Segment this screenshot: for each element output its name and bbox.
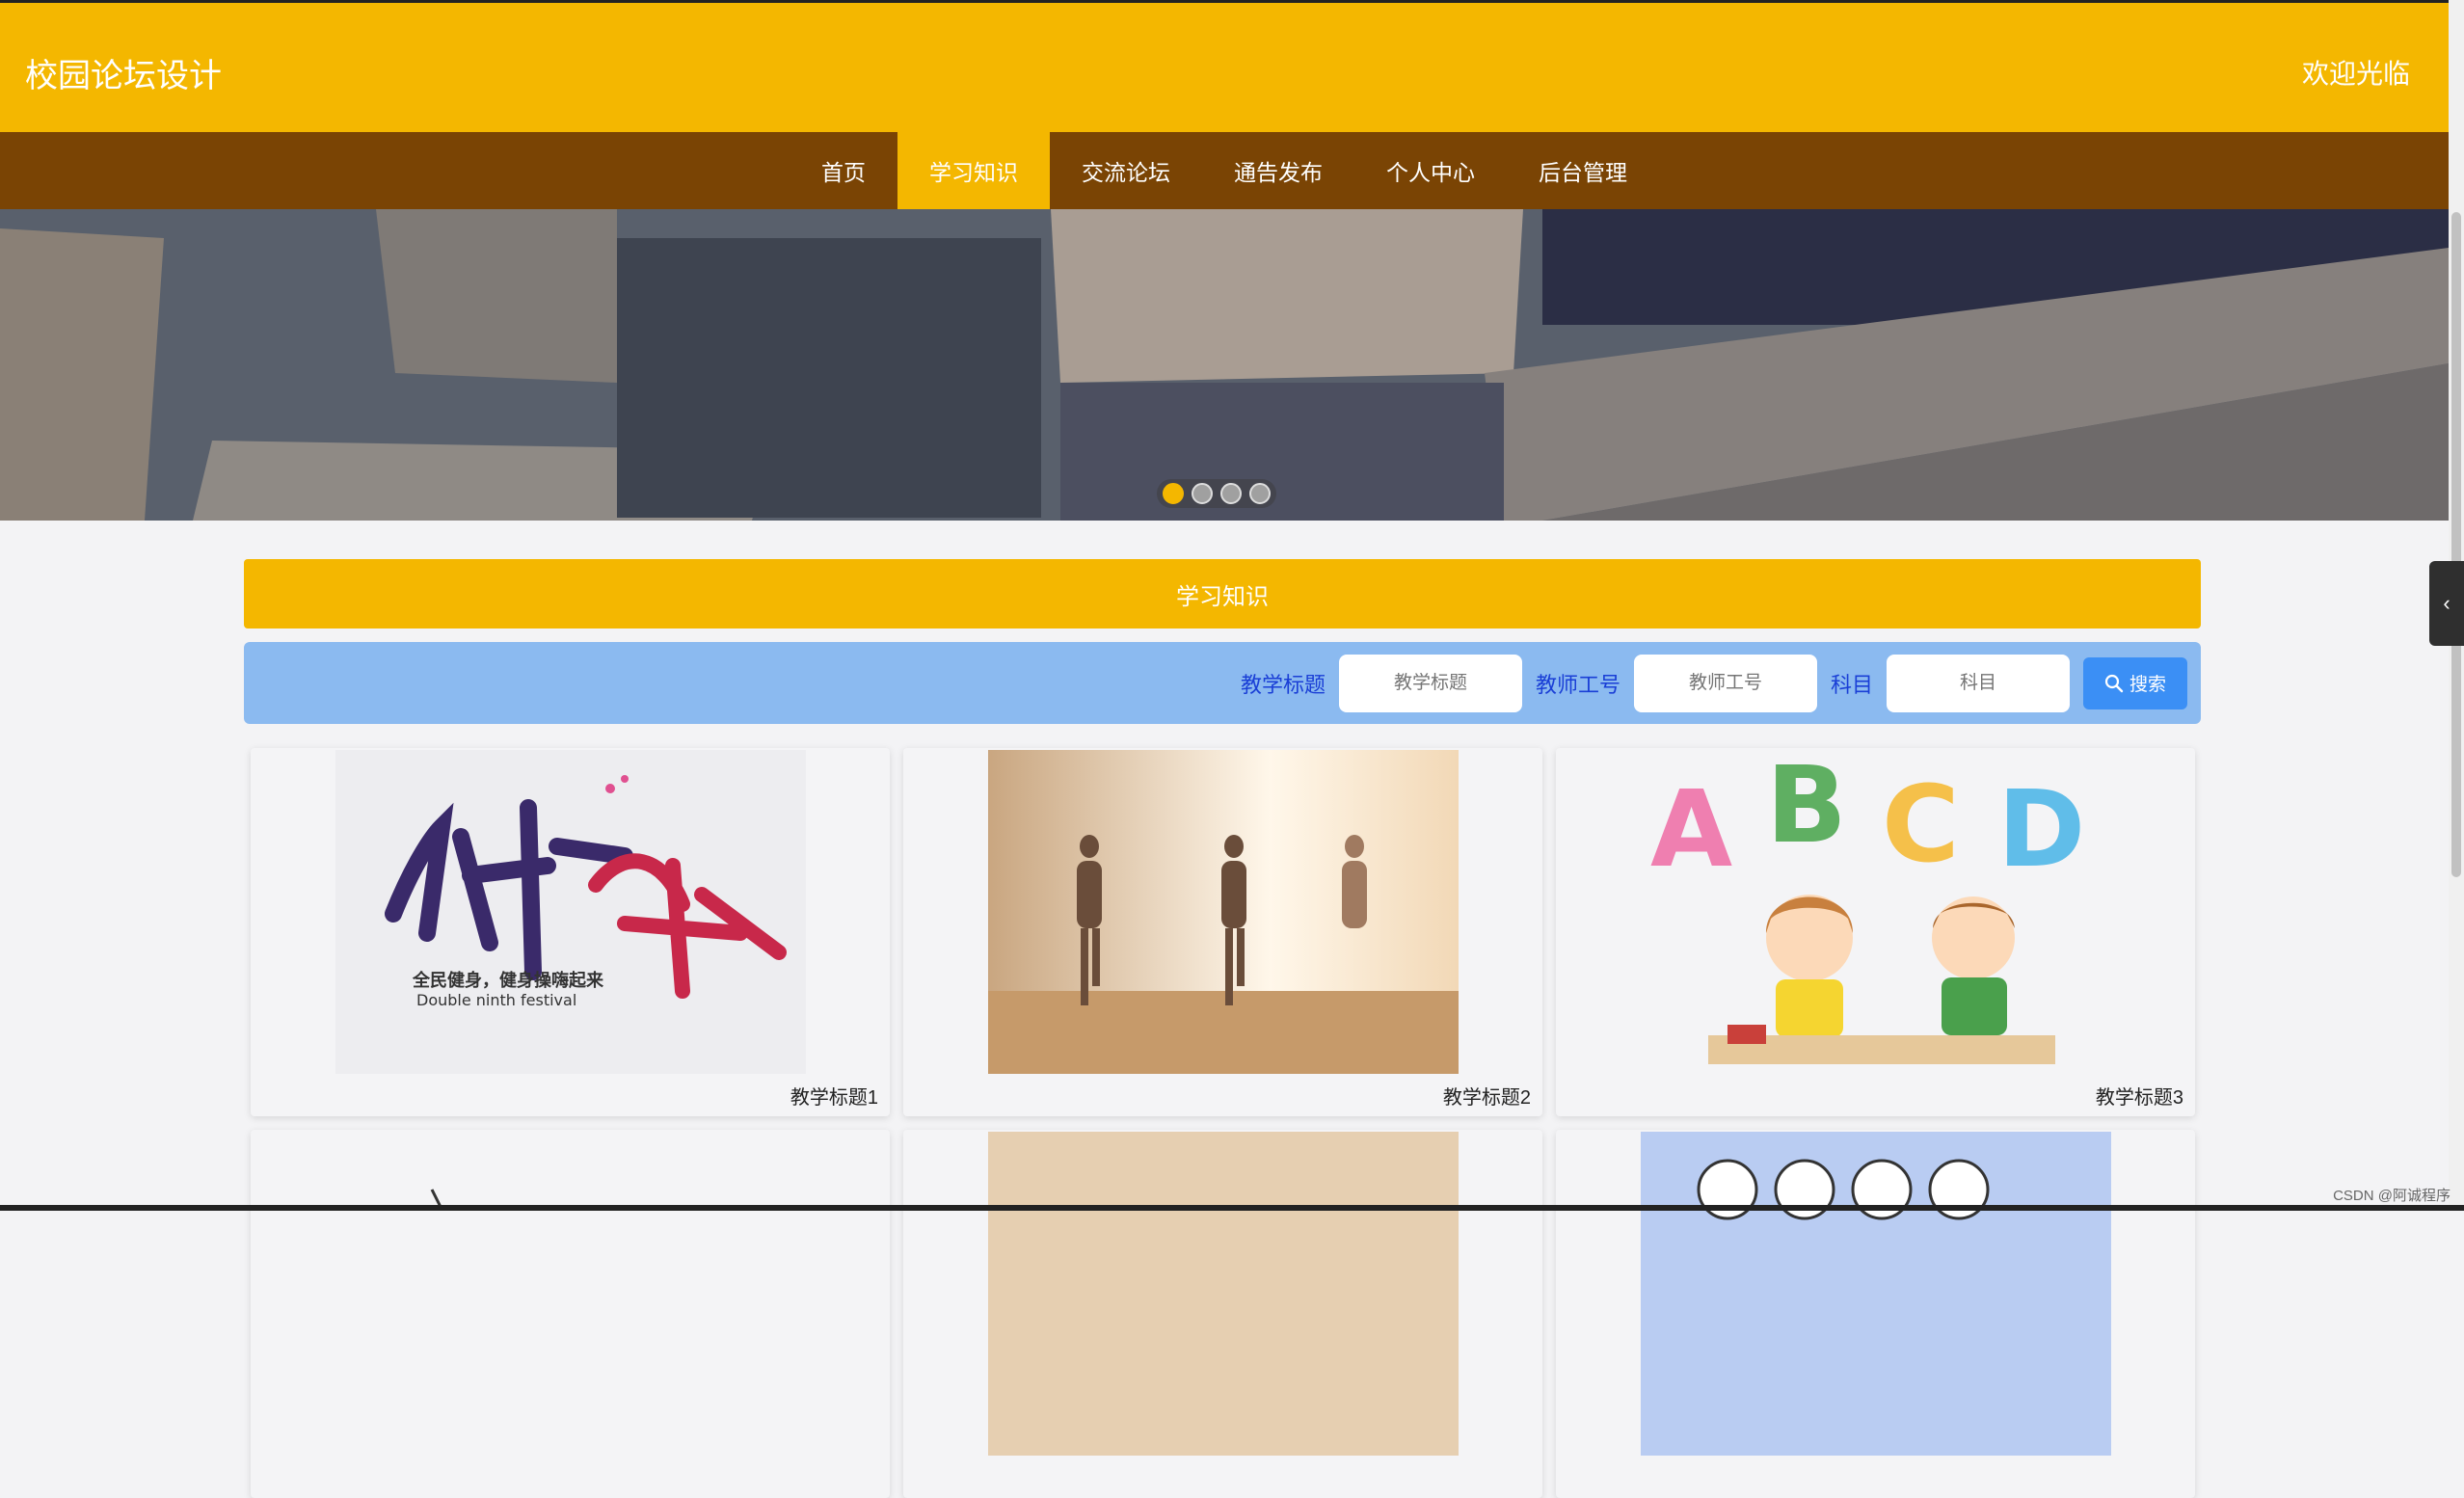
carousel-dot[interactable] [1192,483,1213,504]
card-image [1641,1132,2111,1456]
search-input-title[interactable] [1338,654,1522,712]
nav-forum[interactable]: 交流论坛 [1050,132,1202,209]
carousel-dot[interactable] [1220,483,1242,504]
card-image [335,1132,806,1456]
carousel-dot[interactable] [1249,483,1271,504]
carousel-dots [1157,479,1276,508]
knowledge-card[interactable] [1556,1130,2195,1498]
card-image: 全民健身，健身操嗨起来 Double ninth festival [335,750,806,1074]
svg-text:C: C [1882,762,1960,886]
yoga-class-image [988,750,1459,1074]
nav-home[interactable]: 首页 [790,132,897,209]
banner-carousel[interactable] [0,209,2449,521]
knowledge-card[interactable]: 教学标题2 [903,748,1542,1116]
main-nav: 首页 学习知识 交流论坛 通告发布 个人中心 后台管理 [0,132,2449,209]
card-image-partial [1641,1132,2111,1456]
fitness-calligraphy-image: 全民健身，健身操嗨起来 Double ninth festival [335,750,806,1074]
search-button[interactable]: 搜索 [2083,656,2187,709]
svg-text:B: B [1766,750,1847,867]
card-title[interactable]: 教学标题2 [1443,1082,1531,1110]
svg-text:D: D [1997,767,2085,891]
nav-study-knowledge[interactable]: 学习知识 [897,132,1050,209]
abcd-kids-image: A B C D [1641,750,2111,1074]
card-image-partial [988,1132,1459,1456]
card-image [988,1132,1459,1456]
top-header: 校园论坛设计 欢迎光临 [0,0,2449,132]
card-image: A B C D [1641,750,2111,1074]
chevron-left-icon: ‹ [2443,591,2451,615]
search-button-label: 搜索 [2129,675,2166,695]
search-input-subject[interactable] [1887,654,2070,712]
nav-notices[interactable]: 通告发布 [1202,132,1354,209]
card-image-caption-cn: 全民健身，健身操嗨起来 [412,970,604,991]
knowledge-card[interactable] [251,1130,890,1498]
scrollbar-thumb[interactable] [2451,212,2461,877]
nav-profile[interactable]: 个人中心 [1354,132,1507,209]
card-image [988,750,1459,1074]
knowledge-card[interactable]: A B C D 教学标题3 [1556,748,2195,1116]
carousel-dot[interactable] [1163,483,1184,504]
side-panel-toggle[interactable]: ‹ [2429,561,2464,646]
svg-text:A: A [1650,767,1732,891]
knowledge-card[interactable]: 全民健身，健身操嗨起来 Double ninth festival 教学标题1 [251,748,890,1116]
search-bar: 教学标题 教师工号 科目 搜索 [244,642,2201,724]
search-label-title: 教学标题 [1240,672,1326,697]
search-icon [2104,674,2124,692]
bottom-edge [0,1205,2464,1211]
search-label-teacher-id: 教师工号 [1535,672,1620,697]
knowledge-card[interactable] [903,1130,1542,1498]
watermark: CSDN @阿诚程序 [2333,1188,2451,1204]
card-image-partial [335,1132,806,1456]
card-title[interactable]: 教学标题1 [790,1082,878,1110]
search-label-subject: 科目 [1830,672,1873,697]
search-input-teacher-id[interactable] [1633,654,1817,712]
nav-admin[interactable]: 后台管理 [1507,132,1659,209]
classroom-desks-image [0,209,2449,521]
welcome-text: 欢迎光临 [2301,59,2410,89]
section-title: 学习知识 [244,559,2201,629]
card-title[interactable]: 教学标题3 [2096,1082,2183,1110]
card-image-caption-en: Double ninth festival [416,991,576,1009]
site-title: 校园论坛设计 [25,58,222,94]
